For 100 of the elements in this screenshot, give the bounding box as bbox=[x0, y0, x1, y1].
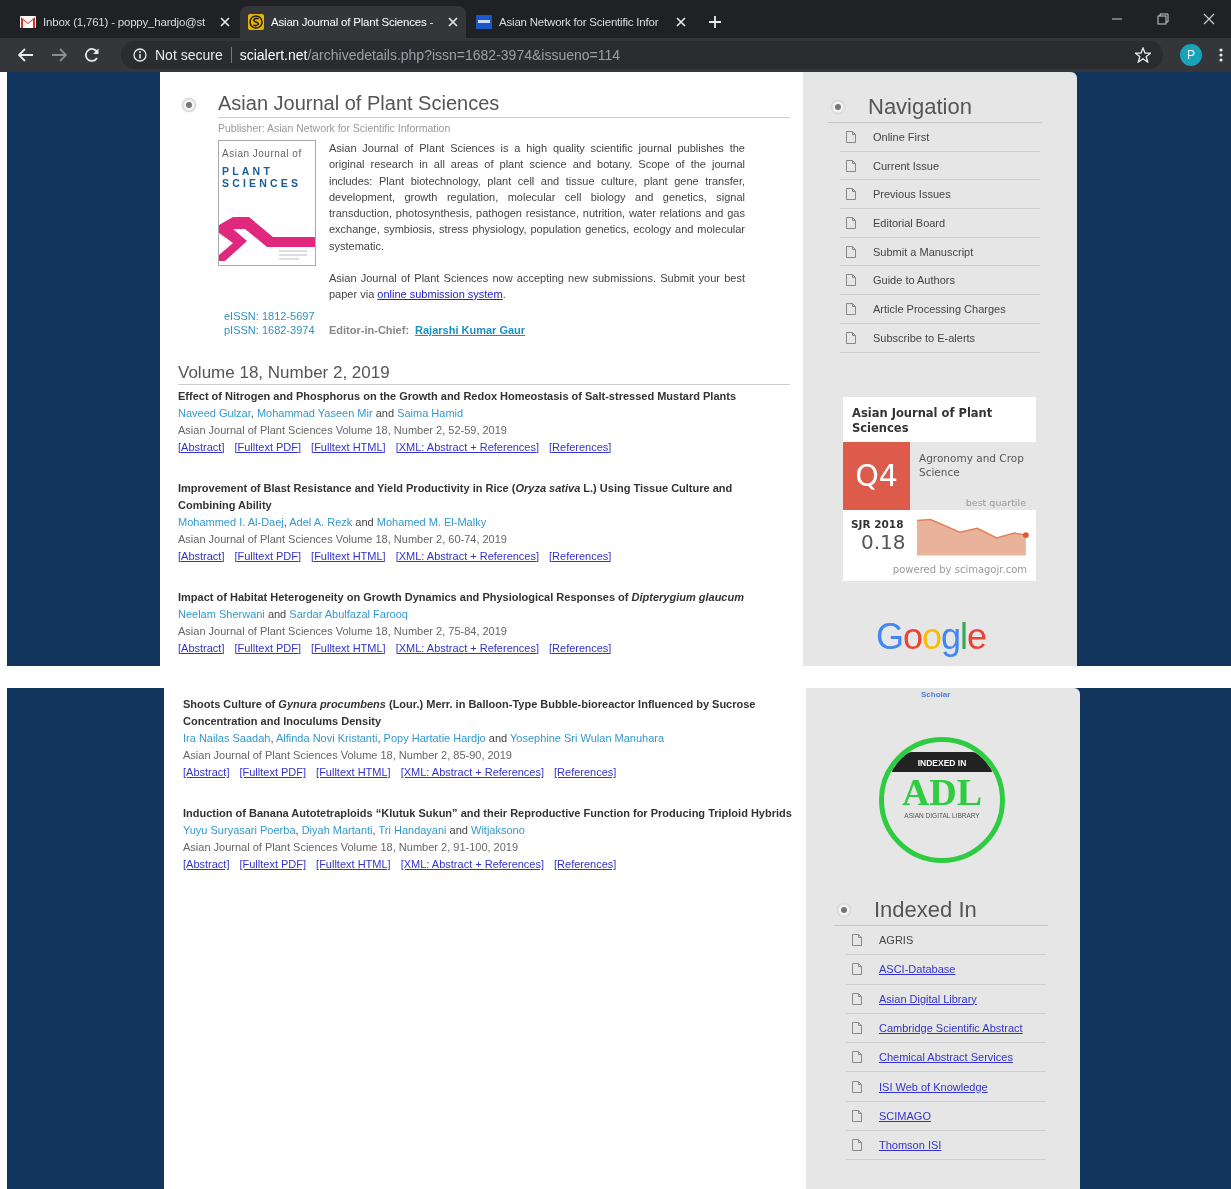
article-link[interactable]: [Fulltext HTML] bbox=[311, 438, 386, 456]
nav-link[interactable]: Article Processing Charges bbox=[873, 302, 1006, 315]
article-title: Impact of Habitat Heterogeneity on Growth Dynamics and Physiological Responses of Dipterygium glaucum bbox=[178, 589, 745, 605]
section-heading: Indexed In bbox=[874, 897, 977, 923]
document-icon bbox=[846, 188, 856, 201]
citation-text: Asian Journal of Plant Sciences Volume 18, Number 2, 60-74, 2019 bbox=[178, 531, 508, 547]
article-link[interactable]: [Abstract] bbox=[183, 764, 230, 781]
document-icon bbox=[852, 1051, 862, 1064]
browser-tab[interactable]: Asian Journal of Plant Sciences - bbox=[240, 6, 466, 38]
nav-link[interactable]: Guide to Authors bbox=[873, 274, 955, 287]
document-icon bbox=[846, 302, 856, 315]
editor-label: Editor-in-Chief: bbox=[329, 323, 410, 336]
nav-link[interactable]: Previous Issues bbox=[873, 188, 951, 201]
article-link[interactable]: [Fulltext PDF] bbox=[234, 547, 302, 565]
url-field[interactable]: scialert.net/archivedetails.php?issn=1682-3974&issueno=114 bbox=[239, 47, 1127, 63]
submission-link[interactable]: online submission system bbox=[377, 288, 503, 301]
article-link[interactable]: [Abstract] bbox=[178, 547, 225, 565]
document-icon bbox=[852, 1022, 862, 1035]
article-link[interactable]: [References] bbox=[549, 639, 612, 657]
info-icon[interactable] bbox=[133, 48, 147, 62]
article-title: Effect of Nitrogen and Phosphorus on the Growth and Redox Homeostasis of Salt-stressed Mustard Plants bbox=[178, 388, 737, 404]
cover-text: Asian Journal of bbox=[222, 148, 303, 159]
badge-logo-text: ADL bbox=[901, 772, 983, 812]
quartile-note: best quartile bbox=[964, 496, 1026, 510]
article-link[interactable]: [Abstract] bbox=[178, 438, 225, 456]
close-icon[interactable] bbox=[676, 17, 686, 27]
browser-tab[interactable]: Inbox (1,761) - poppy_hardjo@st bbox=[12, 6, 238, 38]
article-link[interactable]: [Fulltext PDF] bbox=[234, 639, 302, 657]
index-link[interactable]: SCIMAGO bbox=[879, 1109, 931, 1122]
document-icon bbox=[846, 331, 856, 344]
index-link[interactable]: ISI Web of Knowledge bbox=[879, 1080, 988, 1093]
citation-text: Asian Journal of Plant Sciences Volume 18, Number 2, 52-59, 2019 bbox=[178, 422, 508, 438]
category-text: Agronomy and Crop Science bbox=[919, 450, 1025, 479]
article-link[interactable]: [Fulltext HTML] bbox=[316, 764, 391, 781]
document-icon bbox=[852, 963, 862, 976]
close-icon[interactable] bbox=[448, 17, 458, 27]
browser-tab[interactable]: Asian Network for Scientific Infor bbox=[468, 6, 694, 38]
article-link[interactable]: [References] bbox=[554, 764, 617, 781]
reload-icon[interactable] bbox=[84, 47, 100, 63]
index-link[interactable]: Asian Digital Library bbox=[879, 992, 977, 1005]
journal-title: Asian Journal of Plant Sciences bbox=[218, 92, 790, 118]
square-logo-icon bbox=[476, 15, 492, 29]
index-name: AGRIS bbox=[879, 934, 914, 947]
article-link[interactable]: [Fulltext PDF] bbox=[234, 438, 302, 456]
document-icon bbox=[852, 992, 862, 1005]
plus-icon[interactable] bbox=[708, 15, 722, 29]
article-link[interactable]: [Fulltext PDF] bbox=[239, 856, 307, 873]
nav-link[interactable]: Current Issue bbox=[873, 159, 940, 172]
article-link[interactable]: [Fulltext HTML] bbox=[311, 639, 386, 657]
forward-arrow-icon[interactable] bbox=[51, 48, 67, 62]
section-heading: Navigation bbox=[868, 94, 972, 120]
document-icon bbox=[846, 216, 856, 229]
article-link[interactable]: [Abstract] bbox=[183, 856, 230, 873]
document-icon bbox=[846, 159, 856, 172]
document-icon bbox=[852, 934, 862, 947]
index-link[interactable]: Thomson ISI bbox=[879, 1139, 942, 1152]
article-title: Shoots Culture of Gynura procumbens (Lour.) Merr. in Balloon-Type Bubble-bioreactor Influenced by Sucrose Concentration and Inoculums Density bbox=[183, 697, 757, 729]
author-line: Naveed Gulzar, Mohammad Yaseen Mir and Saima Hamid bbox=[178, 405, 465, 421]
badge-banner: INDEXED IN bbox=[892, 752, 992, 772]
index-link[interactable]: Cambridge Scientific Abstract bbox=[879, 1022, 1023, 1035]
security-label[interactable]: Not secure bbox=[155, 47, 232, 63]
article-link[interactable]: [XML: Abstract + References] bbox=[400, 764, 545, 781]
article-link[interactable]: [References] bbox=[549, 438, 612, 456]
nav-link[interactable]: Subscribe to E-alerts bbox=[873, 331, 976, 344]
nav-link[interactable]: Submit a Manuscript bbox=[873, 245, 974, 258]
article-link[interactable]: [References] bbox=[549, 547, 612, 565]
document-icon bbox=[846, 130, 856, 143]
nav-link[interactable]: Editorial Board bbox=[873, 216, 946, 229]
article-link[interactable]: [Fulltext PDF] bbox=[239, 764, 307, 781]
article-link[interactable]: [XML: Abstract + References] bbox=[395, 547, 540, 565]
article-link[interactable]: [Fulltext HTML] bbox=[316, 856, 391, 873]
index-link[interactable]: Chemical Abstract Services bbox=[879, 1051, 1013, 1064]
bullet-icon bbox=[836, 902, 852, 918]
editor-link[interactable]: Rajarshi Kumar Gaur bbox=[415, 323, 526, 336]
envelope-icon bbox=[20, 16, 36, 28]
star-icon[interactable] bbox=[1135, 47, 1151, 63]
menu-icon[interactable] bbox=[1219, 47, 1223, 63]
author-line: Ira Nailas Saadah, Alfinda Novi Kristanti, Popy Hartatie Hardjo and Yosephine Sri Wulan Manuhara bbox=[183, 731, 666, 746]
article-link[interactable]: [XML: Abstract + References] bbox=[400, 856, 545, 873]
article-link[interactable]: [References] bbox=[554, 856, 617, 873]
article-link[interactable]: [Abstract] bbox=[178, 639, 225, 657]
description-text: Asian Journal of Plant Sciences is a high quality scientific journal publishes the original research in all areas of plant science and botany. Scope of the journal includes: Plant biotechnology, plant cell and tissue culture, plant gene transfer, development, growth regulation, molecular cell biology and genetics, signal transduction, photosynthesis, pathogen resistance, nutrition, water relations and gas exchange, symbiosis, stress physiology, population genetics, ecology and molecular systematic. bbox=[329, 141, 745, 254]
cover-text: SCIENCES bbox=[222, 177, 303, 189]
article-link[interactable]: [XML: Abstract + References] bbox=[395, 639, 540, 657]
publisher-text: Publisher: Asian Network for Scientific Information bbox=[218, 122, 452, 134]
article-link[interactable]: [XML: Abstract + References] bbox=[395, 438, 540, 456]
back-arrow-icon[interactable] bbox=[18, 48, 34, 62]
bullet-icon bbox=[181, 97, 197, 113]
close-icon[interactable] bbox=[1203, 13, 1215, 25]
citation-text: Asian Journal of Plant Sciences Volume 18, Number 2, 85-90, 2019 bbox=[183, 748, 513, 763]
article-link[interactable]: [Fulltext HTML] bbox=[311, 547, 386, 565]
restore-icon[interactable] bbox=[1157, 13, 1169, 25]
nav-link[interactable]: Online First bbox=[873, 130, 930, 143]
document-icon bbox=[846, 274, 856, 287]
index-link[interactable]: ASCI-Database bbox=[879, 963, 956, 976]
article-title: Induction of Banana Autotetraploids “Klutuk Sukun” and their Reproductive Function for Producing Triploid Hybrids bbox=[183, 806, 793, 821]
bullet-icon bbox=[830, 99, 846, 115]
close-icon[interactable] bbox=[220, 17, 230, 27]
article-title: Improvement of Blast Resistance and Yield Productivity in Rice (Oryza sativa L.) Using Tissue Culture and Combining Ability bbox=[178, 480, 734, 513]
submission-text: Asian Journal of Plant Sciences now accepting new submissions. Submit your best paper via online submission system. bbox=[329, 271, 745, 303]
